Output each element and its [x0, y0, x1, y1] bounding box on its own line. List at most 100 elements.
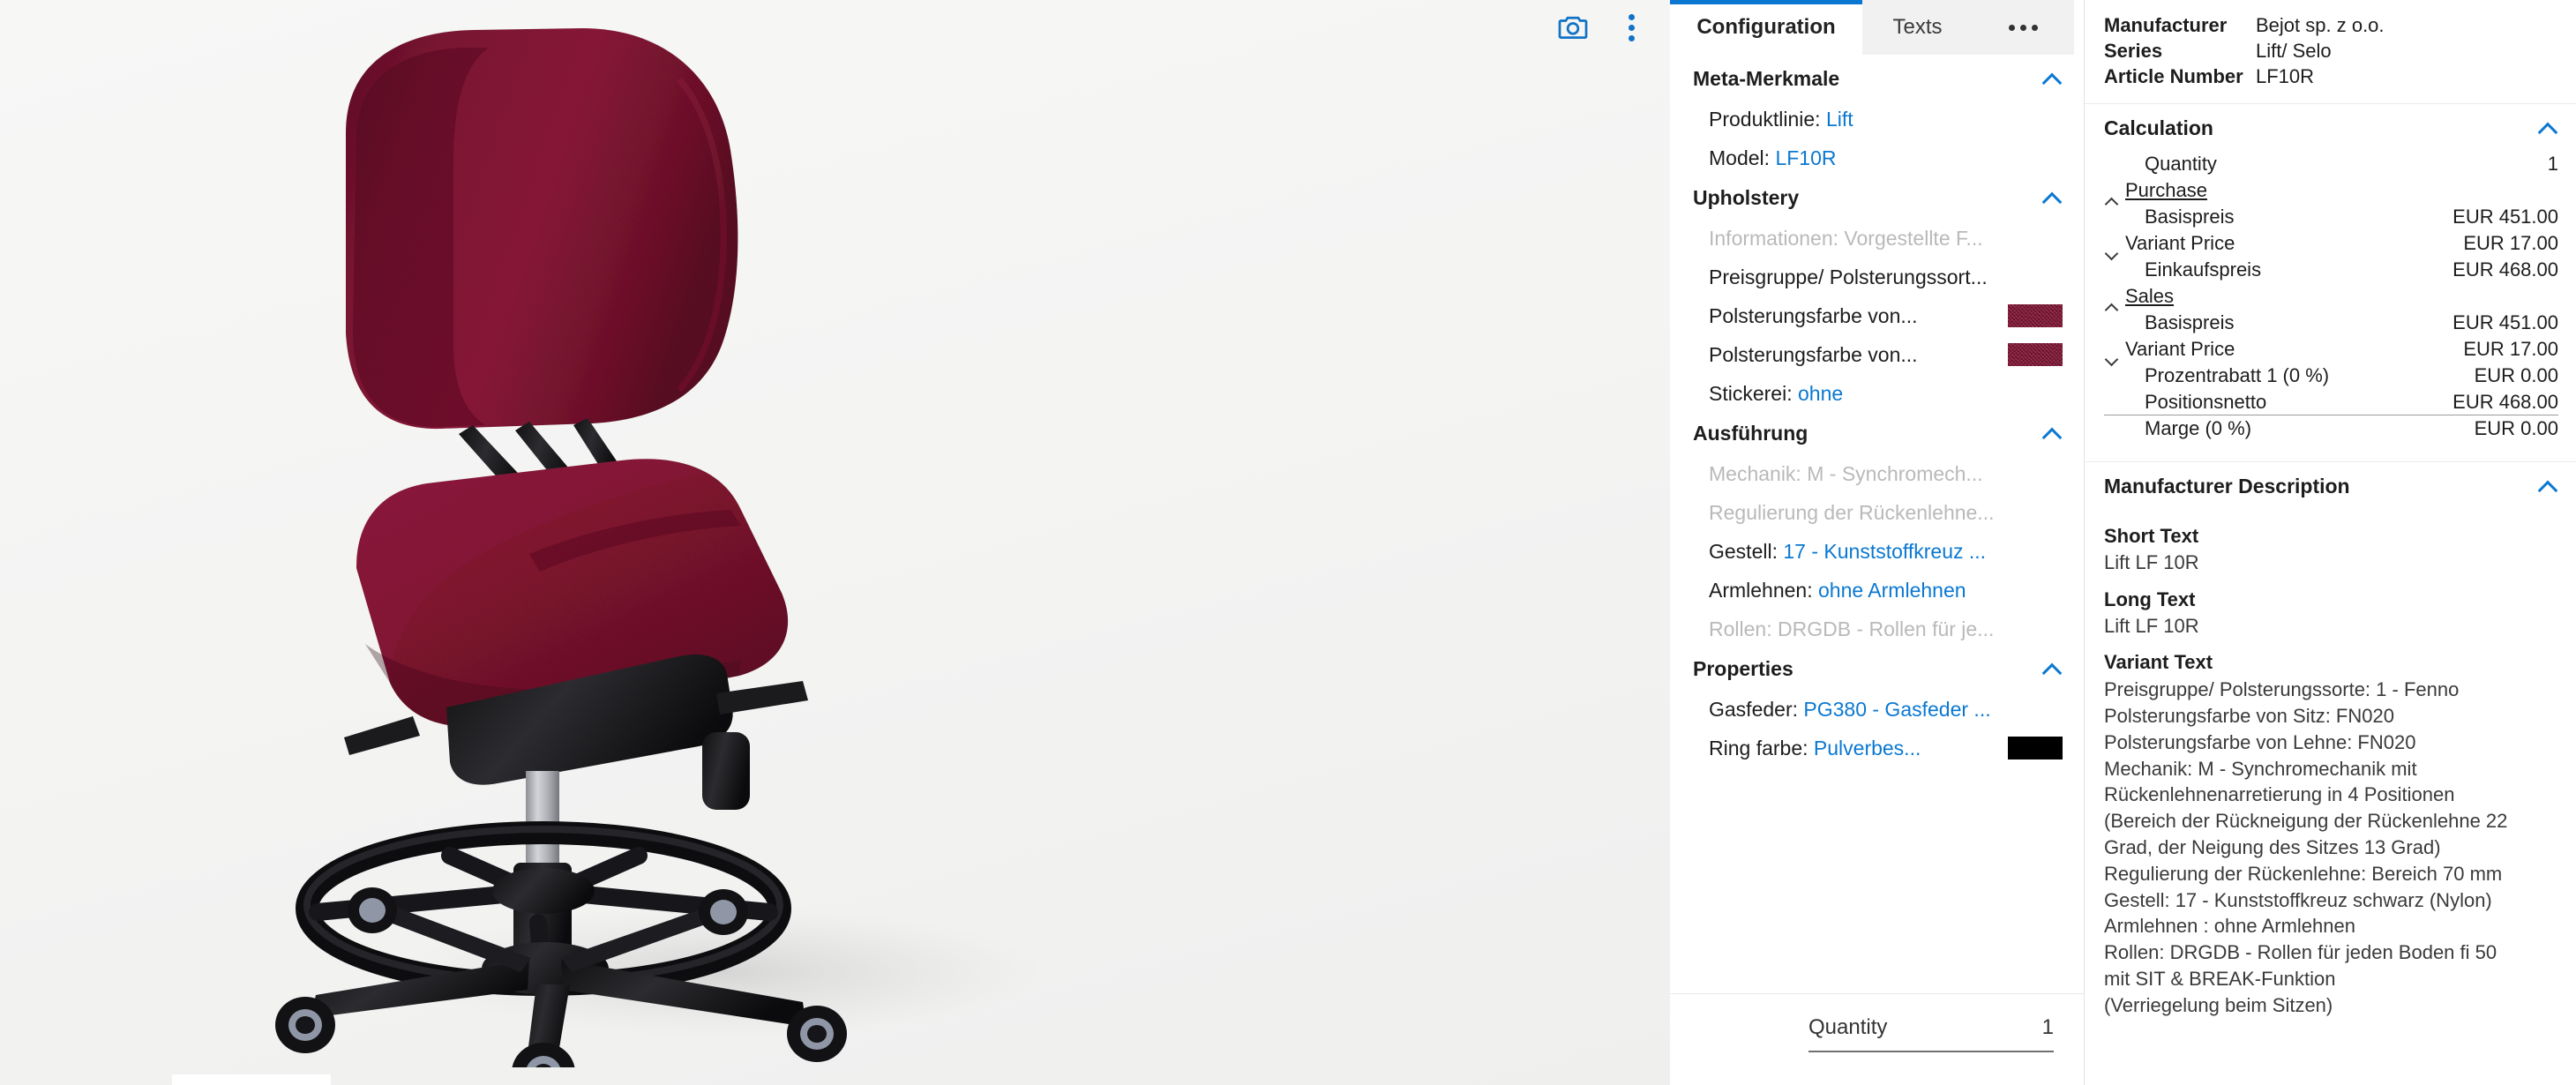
- option-value[interactable]: 17 - Kunststoffkreuz ...: [1783, 540, 1986, 563]
- screenshot-button[interactable]: [1554, 8, 1592, 47]
- chevron-up-icon[interactable]: [2043, 663, 2063, 676]
- color-swatch-upholstery-back[interactable]: [2008, 343, 2063, 366]
- section-header-manufacturer-description[interactable]: Manufacturer Description: [2085, 462, 2576, 509]
- option-value[interactable]: ohne: [1798, 382, 1843, 405]
- chevron-up-icon[interactable]: [2043, 73, 2063, 86]
- meta-row-article-number: Article Number LF10R: [2104, 64, 2558, 89]
- quantity-input[interactable]: Quantity 1: [1808, 1015, 2054, 1052]
- option-text: Model: LF10R: [1709, 146, 2063, 170]
- option-preisgruppe-polsterungssorte[interactable]: Preisgruppe/ Polsterungssort...: [1670, 258, 2084, 296]
- option-regulierung-rueckenlehne: Regulierung der Rückenlehne...: [1670, 493, 2084, 532]
- variant-text-label: Variant Text: [2104, 651, 2213, 674]
- details-panel: Manufacturer Bejot sp. z o.o. Series Lif…: [2085, 0, 2576, 1085]
- calc-label[interactable]: Sales: [2125, 285, 2558, 308]
- meta-row-series: Series Lift/ Selo: [2104, 38, 2558, 64]
- calc-row-sales-variant-price[interactable]: Variant Price EUR 17.00: [2104, 336, 2558, 363]
- calc-label: Variant Price: [2125, 232, 2235, 255]
- chair-svg: [275, 28, 1041, 1067]
- viewport-more-menu-button[interactable]: [1612, 8, 1651, 47]
- tab-texts-label: Texts: [1892, 15, 1943, 39]
- option-value[interactable]: LF10R: [1775, 146, 1836, 169]
- section-header-calculation[interactable]: Calculation: [2085, 104, 2576, 151]
- calc-label: Basispreis: [2145, 311, 2235, 334]
- option-value[interactable]: ohne Armlehnen: [1818, 579, 1966, 602]
- variant-text-value: Preisgruppe/ Polsterungssorte: 1 - Fenno…: [2104, 678, 2508, 1016]
- more-horizontal-icon: [2009, 24, 2038, 31]
- calc-amount: EUR 0.00: [2474, 364, 2558, 387]
- tab-more-menu[interactable]: [1973, 0, 2074, 55]
- group-header-ausfuehrung[interactable]: Ausführung: [1670, 413, 2084, 454]
- option-text: Gasfeder: PG380 - Gasfeder ...: [1709, 698, 2063, 722]
- calc-amount: EUR 0.00: [2474, 417, 2558, 440]
- option-text: Produktlinie: Lift: [1709, 108, 2063, 131]
- option-label: Preisgruppe/ Polsterungssort...: [1709, 265, 1988, 288]
- option-label: Regulierung der Rückenlehne...: [1709, 500, 1995, 524]
- calc-row-marge: Marge (0 %) EUR 0.00: [2104, 415, 2558, 442]
- long-text-value: Lift LF 10R: [2104, 614, 2199, 637]
- short-text-label: Short Text: [2104, 525, 2199, 548]
- chevron-up-icon[interactable]: [2043, 428, 2063, 440]
- chevron-up-icon[interactable]: [2539, 123, 2558, 135]
- panel-tabs: Configuration Texts: [1670, 0, 2084, 55]
- group-title: Properties: [1693, 657, 1793, 680]
- more-vertical-icon: [1628, 13, 1635, 41]
- option-informationen: Informationen: Vorgestellte F...: [1670, 219, 2084, 258]
- product-3d-viewport[interactable]: [0, 0, 1670, 1085]
- tab-configuration[interactable]: Configuration: [1670, 0, 1862, 55]
- product-meta-block: Manufacturer Bejot sp. z o.o. Series Lif…: [2085, 0, 2576, 105]
- option-label: Polsterungsfarbe von...: [1709, 303, 1918, 327]
- option-label: Mechanik: M - Synchromech...: [1709, 461, 1983, 485]
- option-label: Stickerei:: [1709, 381, 1793, 405]
- calc-label: Prozentrabatt 1 (0 %): [2145, 364, 2330, 387]
- calc-amount: EUR 468.00: [2452, 258, 2558, 281]
- quantity-value[interactable]: 1: [2042, 1015, 2054, 1040]
- calc-row-sales-basispreis: Basispreis EUR 451.00: [2104, 310, 2558, 336]
- option-ring-farbe[interactable]: Ring farbe: Pulverbes...: [1670, 729, 2084, 767]
- option-rollen: Rollen: DRGDB - Rollen für je...: [1670, 610, 2084, 648]
- calc-row-quantity: Quantity 1: [2104, 151, 2558, 177]
- option-text: Ring farbe: Pulverbes...: [1709, 737, 1999, 760]
- group-header-upholstery[interactable]: Upholstery: [1670, 177, 2084, 219]
- calc-label: Variant Price: [2125, 338, 2235, 361]
- option-armlehnen[interactable]: Armlehnen: ohne Armlehnen: [1670, 571, 2084, 610]
- option-gasfeder[interactable]: Gasfeder: PG380 - Gasfeder ...: [1670, 690, 2084, 729]
- quantity-label: Quantity: [1808, 1015, 1888, 1039]
- option-label: Model:: [1709, 146, 1771, 169]
- option-gestell[interactable]: Gestell: 17 - Kunststoffkreuz ...: [1670, 532, 2084, 571]
- calc-label: Positionsnetto: [2145, 390, 2267, 413]
- option-value[interactable]: Pulverbes...: [1814, 737, 1921, 760]
- option-polsterungsfarbe-lehne[interactable]: Polsterungsfarbe von...: [1670, 335, 2084, 374]
- color-swatch-upholstery-seat[interactable]: [2008, 304, 2063, 327]
- chevron-up-icon[interactable]: [2539, 481, 2558, 493]
- viewport-toolbar: [1502, 0, 1670, 55]
- option-produktlinie[interactable]: Produktlinie: Lift: [1670, 100, 2084, 138]
- viewport-bottom-tab[interactable]: [172, 1074, 331, 1085]
- option-text: Armlehnen: ohne Armlehnen: [1709, 579, 2063, 602]
- chair-illustration: [0, 0, 1670, 1085]
- calc-row-purchase-variant-price[interactable]: Variant Price EUR 17.00: [2104, 230, 2558, 257]
- calc-row-purchase[interactable]: Purchase: [2104, 177, 2558, 204]
- meta-key: Article Number: [2104, 65, 2243, 88]
- configuration-options-list[interactable]: Meta-Merkmale Produktlinie: Lift Model: …: [1670, 55, 2084, 993]
- chevron-up-icon[interactable]: [2043, 192, 2063, 205]
- meta-value: Bejot sp. z o.o.: [2256, 14, 2385, 36]
- section-title: Calculation: [2104, 116, 2213, 140]
- calc-row-sales[interactable]: Sales: [2104, 283, 2558, 310]
- option-model[interactable]: Model: LF10R: [1670, 138, 2084, 177]
- color-swatch-ring[interactable]: [2008, 737, 2063, 760]
- option-mechanik: Mechanik: M - Synchromech...: [1670, 454, 2084, 493]
- group-header-properties[interactable]: Properties: [1670, 648, 2084, 690]
- tab-configuration-label: Configuration: [1696, 15, 1836, 39]
- option-stickerei[interactable]: Stickerei: ohne: [1670, 374, 2084, 413]
- calc-label: Quantity: [2145, 153, 2217, 176]
- app-root: Configuration Texts Meta-Merkmale Produk…: [0, 0, 2576, 1085]
- option-polsterungsfarbe-sitz[interactable]: Polsterungsfarbe von...: [1670, 296, 2084, 335]
- group-header-meta-merkmale[interactable]: Meta-Merkmale: [1670, 58, 2084, 100]
- option-value[interactable]: Lift: [1826, 108, 1853, 131]
- calc-label[interactable]: Purchase: [2125, 179, 2558, 202]
- calc-amount: EUR 17.00: [2463, 232, 2558, 255]
- option-value[interactable]: PG380 - Gasfeder ...: [1803, 698, 1990, 721]
- calc-row-einkaufspreis: Einkaufspreis EUR 468.00: [2104, 257, 2558, 283]
- option-label: Gestell:: [1709, 539, 1778, 563]
- tab-texts[interactable]: Texts: [1862, 0, 1973, 55]
